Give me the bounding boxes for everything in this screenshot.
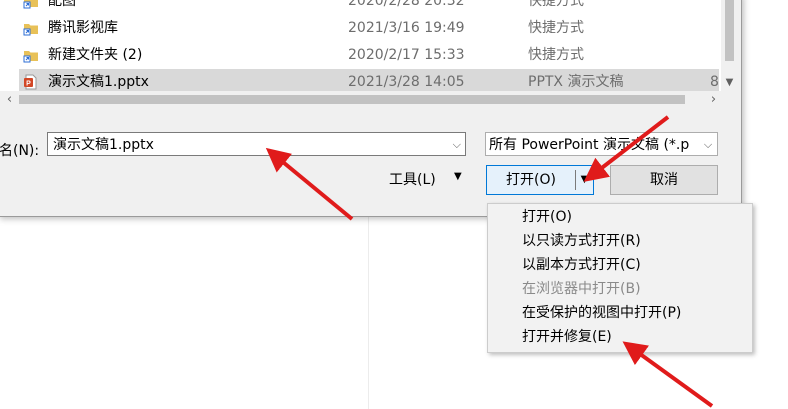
vertical-scroll-thumb[interactable] [725, 0, 734, 61]
svg-text:P: P [26, 81, 31, 88]
menu-item-open-and-repair[interactable]: 打开并修复(E) [522, 325, 612, 349]
file-type: 快捷方式 [528, 0, 584, 9]
open-options-dropdown-icon[interactable]: ▼ [576, 166, 593, 194]
file-type: 快捷方式 [528, 47, 584, 63]
filter-value: 所有 PowerPoint 演示文稿 (*.p [489, 137, 690, 153]
file-date: 2020/2/28 20:32 [348, 0, 465, 9]
tools-menu-button[interactable]: 工具(L) [389, 170, 436, 190]
filename-label: 名(N): [0, 143, 40, 159]
menu-item-open-in-browser: 在浏览器中打开(B) [522, 281, 641, 297]
file-open-dialog: 配图 2020/2/28 20:32 快捷方式 腾讯影视库 2021/3/16 … [0, 0, 742, 217]
open-options-menu: 打开(O) 以只读方式打开(R) 以副本方式打开(C) 在浏览器中打开(B) 在… [487, 203, 753, 353]
cancel-button[interactable]: 取消 [610, 165, 718, 195]
annotation-arrow-repair [622, 341, 714, 408]
scroll-right-icon[interactable]: › [705, 91, 722, 108]
file-type-filter[interactable]: 所有 PowerPoint 演示文稿 (*.p ⌵ [485, 132, 718, 156]
background-divider [368, 215, 369, 409]
menu-item-open-copy[interactable]: 以副本方式打开(C) [522, 253, 641, 277]
filename-value: 演示文稿1.pptx [53, 137, 154, 153]
menu-item-open-readonly[interactable]: 以只读方式打开(R) [522, 229, 641, 253]
open-button[interactable]: 打开(O) [487, 166, 575, 194]
chevron-down-icon[interactable]: ⌵ [453, 133, 461, 157]
pptx-file-icon: P [24, 74, 37, 90]
file-date: 2020/2/17 15:33 [348, 47, 465, 63]
scroll-down-icon[interactable]: ▼ [721, 74, 738, 91]
horizontal-scrollbar[interactable]: ‹ › [0, 91, 721, 108]
horizontal-scroll-thumb[interactable] [19, 95, 685, 104]
file-row[interactable]: 配图 2020/2/28 20:32 快捷方式 [19, 0, 719, 14]
file-name: 新建文件夹 (2) [48, 47, 143, 63]
file-name: 演示文稿1.pptx [48, 74, 149, 90]
file-date: 2021/3/28 14:05 [348, 74, 465, 90]
scroll-left-icon[interactable]: ‹ [1, 91, 18, 108]
tools-dropdown-icon[interactable]: ▼ [454, 171, 462, 182]
folder-shortcut-icon [23, 51, 38, 63]
file-type: 快捷方式 [528, 20, 584, 36]
vertical-scrollbar[interactable]: ▼ [721, 0, 738, 91]
file-size: 8 [710, 74, 719, 90]
file-row[interactable]: 新建文件夹 (2) 2020/2/17 15:33 快捷方式 [19, 42, 719, 68]
file-list[interactable]: 配图 2020/2/28 20:32 快捷方式 腾讯影视库 2021/3/16 … [0, 0, 721, 91]
filename-input[interactable]: 演示文稿1.pptx ⌵ [47, 132, 466, 156]
folder-shortcut-icon [23, 24, 38, 36]
file-row-selected[interactable]: P 演示文稿1.pptx 2021/3/28 14:05 PPTX 演示文稿 8 [19, 69, 719, 91]
menu-item-open-protected-view[interactable]: 在受保护的视图中打开(P) [522, 301, 681, 325]
chevron-down-icon[interactable]: ⌵ [699, 133, 717, 155]
file-date: 2021/3/16 19:49 [348, 20, 465, 36]
menu-item-open[interactable]: 打开(O) [522, 205, 572, 229]
folder-shortcut-icon [23, 0, 38, 9]
file-name: 腾讯影视库 [48, 20, 118, 36]
open-split-button[interactable]: 打开(O) ▼ [486, 165, 594, 195]
file-type: PPTX 演示文稿 [528, 74, 624, 90]
file-name: 配图 [48, 0, 76, 9]
file-row[interactable]: 腾讯影视库 2021/3/16 19:49 快捷方式 [19, 15, 719, 41]
